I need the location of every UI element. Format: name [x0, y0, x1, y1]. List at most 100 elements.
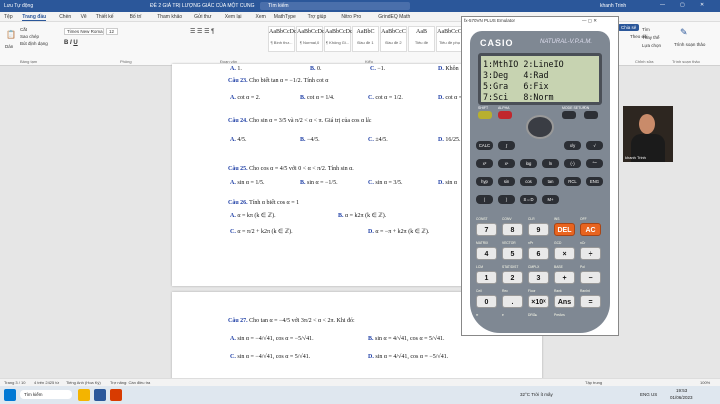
- bold-button[interactable]: B I U: [64, 40, 78, 46]
- find-button[interactable]: Tìm: [642, 27, 650, 32]
- maximize-icon[interactable]: ▢: [680, 2, 685, 8]
- style-4[interactable]: AaBbCcC Đầu đề 2: [380, 26, 407, 52]
- menu-item-4[interactable]: Thiết kế: [96, 14, 114, 20]
- small-key-13[interactable]: sin: [498, 177, 515, 186]
- taskbar-search[interactable]: Tìm kiếm: [20, 390, 72, 399]
- small-key-16[interactable]: RCL: [564, 177, 581, 186]
- menu-item-0[interactable]: Tệp: [4, 14, 13, 20]
- calculator-window[interactable]: fx-570VN PLUS Emulator — ▢ ✕ CASIO NATUR…: [461, 16, 619, 336]
- status-language[interactable]: Tiếng Anh (Hoa Kỳ): [66, 380, 101, 385]
- small-key-10[interactable]: (-): [564, 159, 581, 168]
- small-key-14[interactable]: cos: [520, 177, 537, 186]
- number-key-19[interactable]: =: [580, 295, 601, 308]
- small-key-15[interactable]: tan: [542, 177, 559, 186]
- number-key-18[interactable]: Ans: [554, 295, 575, 308]
- small-key-0[interactable]: CALC: [476, 141, 493, 150]
- small-key-11[interactable]: °'": [586, 159, 603, 168]
- small-key-6[interactable]: x²: [476, 159, 493, 168]
- menu-item-8[interactable]: Xem lại: [225, 14, 242, 20]
- menu-item-7[interactable]: Gửi thư: [194, 14, 211, 20]
- calculator-window-controls[interactable]: — ▢ ✕: [582, 18, 597, 24]
- replay-dpad[interactable]: [526, 115, 554, 139]
- menu-item-1[interactable]: Trang đầu: [22, 14, 47, 21]
- select-button[interactable]: Lựa chọn: [642, 43, 661, 48]
- calculator-app-icon[interactable]: [110, 389, 122, 401]
- minimize-icon[interactable]: —: [660, 2, 665, 8]
- function-key-3[interactable]: [584, 111, 598, 119]
- close-icon[interactable]: ✕: [700, 2, 704, 8]
- number-key-6[interactable]: 5: [502, 247, 523, 260]
- menu-item-5[interactable]: Bố trí: [130, 14, 142, 20]
- file-explorer-icon[interactable]: [78, 389, 90, 401]
- small-key-5[interactable]: √: [586, 141, 603, 150]
- number-key-16[interactable]: .: [502, 295, 523, 308]
- status-words[interactable]: 4 trên 2425 từ: [34, 380, 59, 385]
- clock-date[interactable]: 01/06/2023: [670, 395, 693, 400]
- menu-item-10[interactable]: MathType: [274, 14, 296, 20]
- small-key-21[interactable]: M+: [542, 195, 559, 204]
- menu-item-3[interactable]: Vẽ: [81, 14, 87, 20]
- language-indicator[interactable]: ENG US: [640, 392, 657, 397]
- font-name-select[interactable]: Times New Roma: [64, 28, 104, 35]
- replace-button[interactable]: Thay thế: [642, 35, 660, 40]
- autosave-toggle[interactable]: Lưu Tự động: [4, 3, 33, 9]
- editor-icon[interactable]: ✎: [680, 27, 688, 38]
- style-1[interactable]: AaBbCcDc ¶ Normal,0: [296, 26, 325, 52]
- menu-item-12[interactable]: Nitro Pro: [341, 14, 361, 20]
- search-box[interactable]: Tìm kiếm: [260, 2, 410, 10]
- small-key-9[interactable]: ln: [542, 159, 559, 168]
- number-key-15[interactable]: 0: [476, 295, 497, 308]
- user-name[interactable]: khanh Trinh: [600, 3, 626, 9]
- status-zoom[interactable]: 100%: [700, 380, 710, 385]
- small-key-12[interactable]: hyp: [476, 177, 493, 186]
- status-focus[interactable]: Tập trung: [585, 380, 602, 385]
- number-key-9[interactable]: ÷: [580, 247, 601, 260]
- style-0[interactable]: AaBbCcDc ¶ Bình thư...: [268, 26, 297, 52]
- menu-item-2[interactable]: Chèn: [59, 14, 71, 20]
- number-key-17[interactable]: ×10ˣ: [528, 295, 549, 308]
- number-key-10[interactable]: 1: [476, 271, 497, 284]
- clock-time[interactable]: 19:53: [676, 388, 687, 393]
- number-key-1[interactable]: 8: [502, 223, 523, 236]
- small-key-20[interactable]: S⇔D: [520, 195, 537, 204]
- word-icon[interactable]: [94, 389, 106, 401]
- small-key-18[interactable]: (: [476, 195, 493, 204]
- menu-item-13[interactable]: GrindEQ Math: [378, 14, 410, 20]
- small-key-19[interactable]: ): [498, 195, 515, 204]
- number-key-11[interactable]: 2: [502, 271, 523, 284]
- number-key-7[interactable]: 6: [528, 247, 549, 260]
- windows-start-icon[interactable]: [4, 389, 16, 401]
- small-key-17[interactable]: ENG: [586, 177, 603, 186]
- paste-icon[interactable]: 📋: [6, 30, 16, 39]
- number-key-12[interactable]: 3: [528, 271, 549, 284]
- share-button[interactable]: Chia sẻ: [618, 24, 640, 31]
- menu-item-6[interactable]: Tham khảo: [157, 14, 182, 20]
- style-2[interactable]: AaBbCcDc ¶ Không Gi...: [324, 26, 353, 52]
- paragraph-tools[interactable]: ☰ ☰ ☰ ¶: [190, 28, 214, 35]
- number-key-0[interactable]: 7: [476, 223, 497, 236]
- function-key-2[interactable]: [562, 111, 576, 119]
- small-key-8[interactable]: log: [520, 159, 537, 168]
- number-key-4[interactable]: AC: [580, 223, 601, 236]
- style-3[interactable]: AaBbC Đầu đề 1: [352, 26, 379, 52]
- number-key-3[interactable]: DEL: [554, 223, 575, 236]
- paste-button[interactable]: Dán: [5, 44, 13, 49]
- function-key-1[interactable]: [498, 111, 512, 119]
- small-key-1[interactable]: ∫: [498, 141, 515, 150]
- menu-item-9[interactable]: Xem: [256, 14, 266, 20]
- menu-item-11[interactable]: Trợ giúp: [308, 14, 327, 20]
- number-key-8[interactable]: ×: [554, 247, 575, 260]
- status-page[interactable]: Trang 3 / 10: [4, 380, 25, 385]
- copy-button[interactable]: Sao chép: [20, 34, 39, 39]
- format-painter-button[interactable]: Bút định dạng: [20, 41, 48, 46]
- editor-button[interactable]: Trình soạn thảo: [674, 42, 705, 47]
- small-key-7[interactable]: xⁿ: [498, 159, 515, 168]
- status-accessibility[interactable]: Trợ năng: Cần điều tra: [110, 380, 150, 385]
- style-6[interactable]: AaBbCcC Tiêu đề phụ: [436, 26, 463, 52]
- number-key-13[interactable]: +: [554, 271, 575, 284]
- cut-button[interactable]: Cắt: [20, 27, 27, 32]
- number-key-2[interactable]: 9: [528, 223, 549, 236]
- number-key-14[interactable]: −: [580, 271, 601, 284]
- number-key-5[interactable]: 4: [476, 247, 497, 260]
- font-size-select[interactable]: 12: [106, 28, 118, 35]
